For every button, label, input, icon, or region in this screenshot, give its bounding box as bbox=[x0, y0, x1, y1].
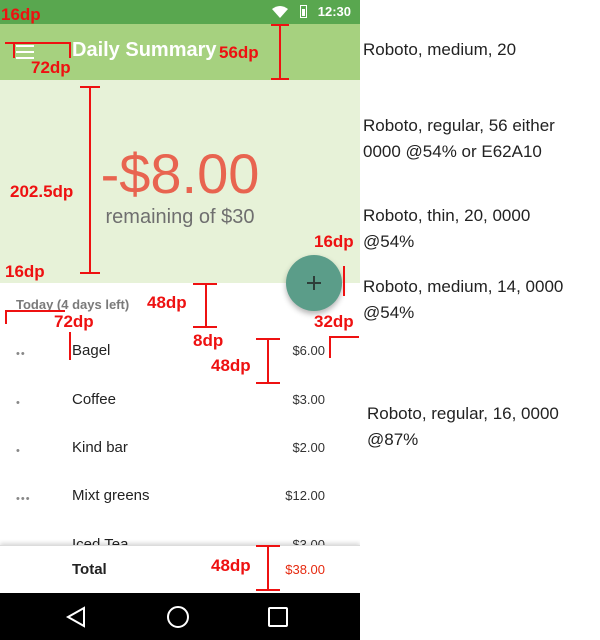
item-price: $2.00 bbox=[292, 440, 325, 455]
spec-note-list: Roboto, regular, 16, 0000 @87% bbox=[367, 404, 559, 449]
redline-appbar-height: 56dp bbox=[219, 43, 259, 62]
redline-marker bbox=[256, 589, 280, 591]
total-label: Total bbox=[72, 561, 107, 578]
redline-marker bbox=[205, 284, 207, 328]
redline-marker bbox=[271, 24, 289, 26]
list-item[interactable]: •• Bagel $6.00 bbox=[0, 328, 360, 376]
redline-marker bbox=[279, 24, 281, 80]
page-title: Daily Summary bbox=[72, 39, 217, 61]
dots-indicator: ••• bbox=[16, 493, 31, 505]
total-value: $38.00 bbox=[285, 562, 325, 577]
list-item[interactable]: • Kind bar $2.00 bbox=[0, 425, 360, 473]
redline-marker bbox=[80, 272, 100, 274]
list-item[interactable]: ••• Mixt greens $12.00 bbox=[0, 473, 360, 521]
spec-note-subtitle: Roboto, thin, 20, 0000 @54% bbox=[363, 206, 531, 251]
redline-menu-margin: 16dp bbox=[1, 5, 41, 24]
spec-note-title: Roboto, medium, 20 bbox=[363, 40, 517, 59]
redline-marker bbox=[69, 332, 71, 360]
total-bar: Total $38.00 bbox=[0, 545, 360, 594]
redline-fab-right: 32dp bbox=[314, 312, 354, 331]
redline-hero-bottom: 16dp bbox=[5, 262, 45, 281]
item-price: $12.00 bbox=[285, 488, 325, 503]
recents-icon[interactable] bbox=[268, 607, 288, 627]
item-price: $3.00 bbox=[292, 392, 325, 407]
redline-marker bbox=[89, 86, 91, 274]
redline-hero-height: 202.5dp bbox=[10, 182, 74, 201]
redline-fab-margin: 16dp bbox=[314, 232, 354, 251]
list-item[interactable]: • Coffee $3.00 bbox=[0, 377, 360, 425]
redline-subheader-height: 48dp bbox=[147, 293, 187, 312]
dots-indicator: • bbox=[16, 397, 21, 409]
redline-marker bbox=[256, 545, 280, 547]
redline-marker bbox=[343, 266, 345, 296]
redline-marker bbox=[80, 86, 100, 88]
plus-icon bbox=[307, 276, 321, 290]
redline-gap: 8dp bbox=[193, 331, 224, 350]
dots-indicator: • bbox=[16, 445, 21, 457]
redline-marker bbox=[267, 546, 269, 590]
redline-marker bbox=[193, 326, 217, 328]
dots-indicator: •• bbox=[16, 348, 26, 360]
add-expense-button[interactable] bbox=[286, 255, 342, 311]
redline-row-height: 48dp bbox=[211, 356, 251, 375]
redline-marker bbox=[267, 339, 269, 383]
menu-icon[interactable] bbox=[16, 45, 34, 59]
remaining-subtitle: remaining of $30 bbox=[105, 206, 255, 228]
item-price: $6.00 bbox=[292, 343, 325, 358]
item-name: Bagel bbox=[72, 342, 111, 359]
navigation-bar bbox=[0, 593, 360, 640]
spec-note-subheader: Roboto, medium, 14, 0000 @54% bbox=[363, 277, 564, 322]
redline-marker bbox=[5, 310, 7, 324]
battery-icon bbox=[300, 5, 307, 18]
wifi-icon bbox=[272, 6, 288, 18]
item-name: Mixt greens bbox=[72, 487, 150, 504]
redline-total-height: 48dp bbox=[211, 556, 251, 575]
redline-list-inset: 72dp bbox=[54, 312, 94, 331]
redline-marker bbox=[329, 336, 359, 338]
item-name: Kind bar bbox=[72, 439, 128, 456]
phone-screen: 12:30 Daily Summary -$8.00 remaining of … bbox=[0, 0, 360, 640]
redline-marker bbox=[271, 78, 289, 80]
redline-marker bbox=[329, 336, 331, 358]
home-icon[interactable] bbox=[167, 606, 189, 628]
status-bar: 12:30 bbox=[0, 0, 360, 24]
redline-title-inset: 72dp bbox=[31, 58, 71, 77]
redline-marker bbox=[256, 338, 280, 340]
redline-marker bbox=[69, 42, 71, 58]
spec-note-amount: Roboto, regular, 56 either 0000 @54% or … bbox=[363, 116, 555, 161]
item-name: Coffee bbox=[72, 391, 116, 408]
redline-marker bbox=[13, 44, 15, 58]
redline-marker bbox=[256, 382, 280, 384]
status-time: 12:30 bbox=[317, 4, 351, 19]
redline-marker bbox=[193, 283, 217, 285]
back-icon[interactable] bbox=[64, 605, 88, 629]
